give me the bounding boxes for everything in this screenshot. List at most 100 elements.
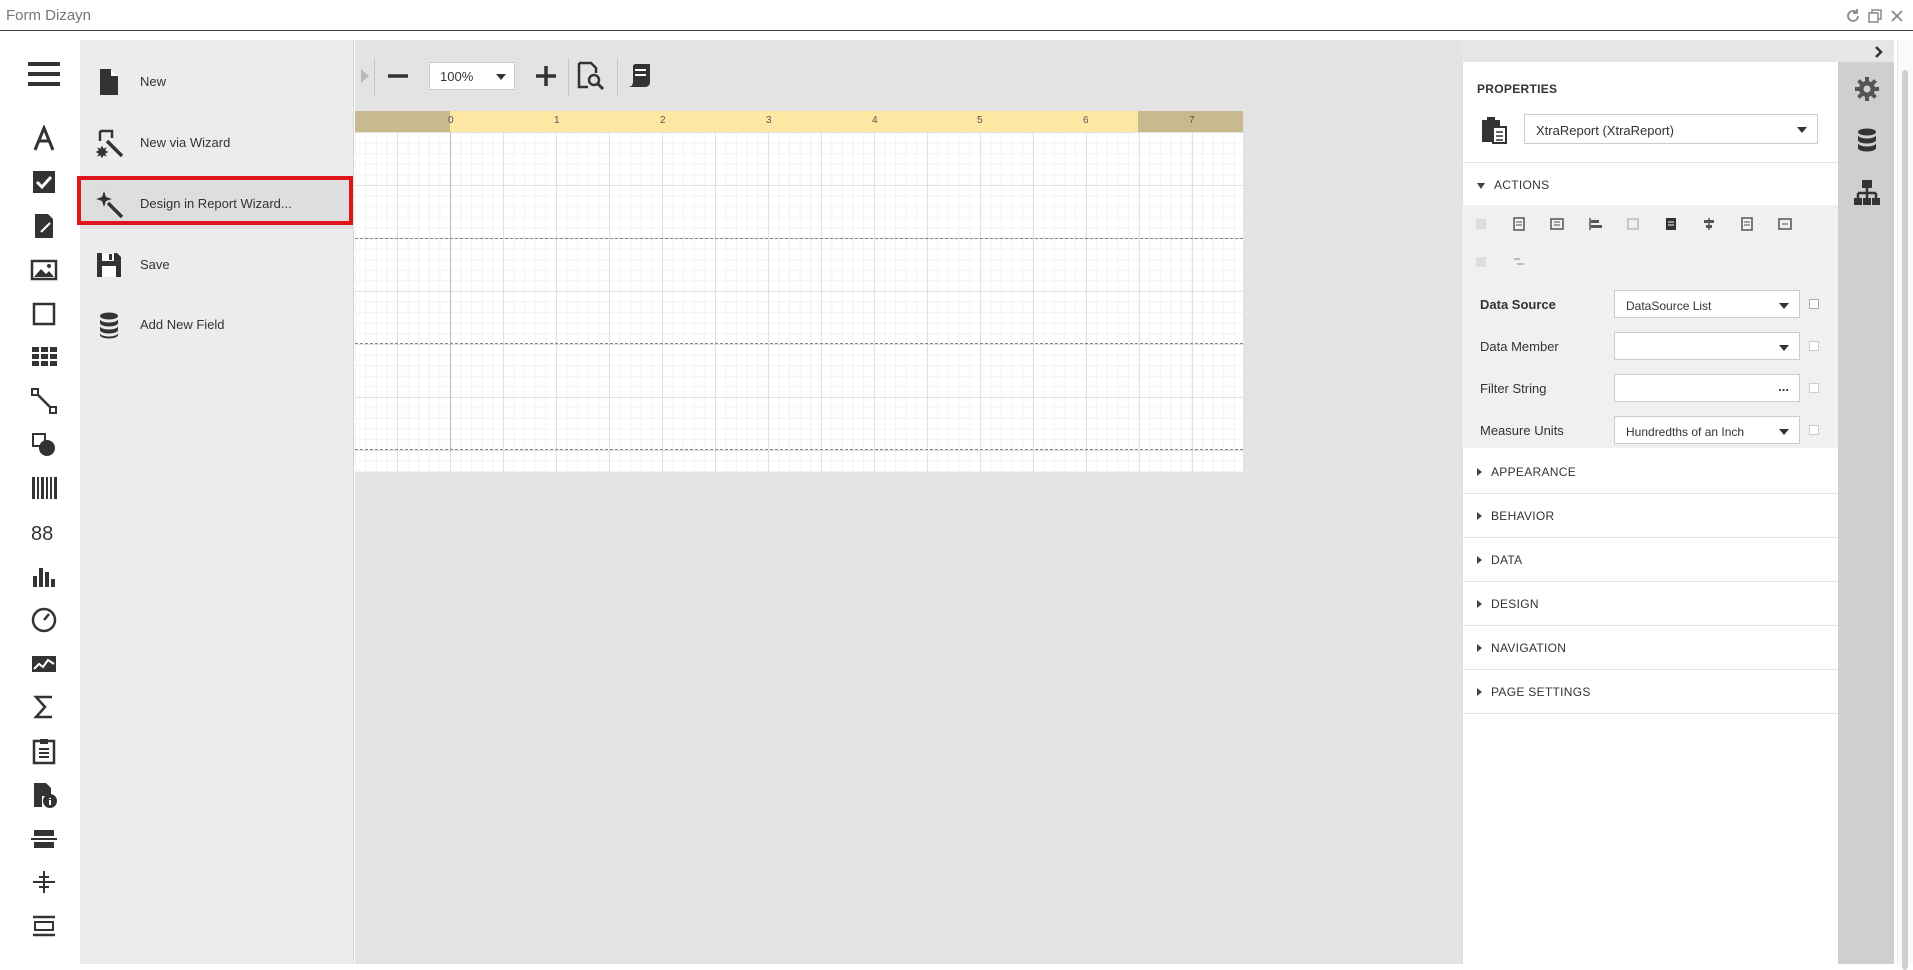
- shape-tool-icon[interactable]: [26, 428, 62, 462]
- menu-item-label: Add New Field: [140, 317, 225, 332]
- align-icon[interactable]: [1511, 254, 1527, 270]
- measure-units-checkbox[interactable]: [1809, 425, 1819, 435]
- database-icon[interactable]: [1851, 125, 1883, 157]
- measure-units-label: Measure Units: [1480, 423, 1564, 438]
- report-explorer-icon[interactable]: [1851, 177, 1883, 209]
- align-icon[interactable]: [1587, 216, 1603, 232]
- zoom-select[interactable]: 100%: [429, 62, 515, 90]
- panel-tool-icon[interactable]: [26, 297, 62, 331]
- caret-right-icon: [1477, 512, 1482, 520]
- menu-item-new-via-wizard[interactable]: New via Wizard: [80, 118, 354, 168]
- align-icon[interactable]: [1777, 216, 1793, 232]
- ruler-mark: 1: [554, 115, 560, 126]
- align-icon[interactable]: [1549, 216, 1565, 232]
- section-appearance[interactable]: APPEARANCE: [1477, 465, 1576, 479]
- align-icon[interactable]: [1739, 216, 1755, 232]
- chevron-down-icon: [1797, 127, 1807, 133]
- section-label: APPEARANCE: [1491, 465, 1577, 479]
- zoom-out-button[interactable]: [380, 58, 416, 94]
- data-member-select[interactable]: [1614, 332, 1800, 360]
- divider: [1462, 581, 1838, 582]
- data-member-label: Data Member: [1480, 339, 1559, 354]
- menu-item-label: New: [140, 74, 167, 89]
- divider: [1462, 669, 1838, 670]
- align-icon[interactable]: [1473, 254, 1489, 270]
- scrollbar-thumb[interactable]: [1902, 70, 1908, 970]
- chevron-down-icon: [496, 74, 506, 80]
- align-icon[interactable]: [1473, 216, 1489, 232]
- align-icon[interactable]: [1625, 216, 1641, 232]
- checkbox-tool-icon[interactable]: [26, 165, 62, 199]
- script-editor-icon[interactable]: [621, 58, 657, 94]
- toolbar-separator: [568, 58, 569, 96]
- close-icon[interactable]: [1887, 6, 1907, 26]
- section-label: NAVIGATION: [1491, 641, 1567, 655]
- gauge-tool-icon[interactable]: [26, 603, 62, 637]
- filter-string-checkbox[interactable]: [1809, 383, 1819, 393]
- actions-body: [1462, 205, 1838, 448]
- section-navigation[interactable]: NAVIGATION: [1477, 641, 1566, 655]
- zoom-in-button[interactable]: [528, 58, 564, 94]
- gear-icon[interactable]: [1851, 73, 1883, 105]
- properties-title: PROPERTIES: [1477, 82, 1558, 96]
- label-tool-icon[interactable]: [26, 122, 62, 156]
- band-separator[interactable]: [355, 343, 1243, 344]
- data-source-checkbox[interactable]: [1809, 299, 1819, 309]
- window-title: Form Dizayn: [6, 7, 92, 24]
- preview-icon[interactable]: [572, 58, 608, 94]
- section-label: ACTIONS: [1494, 178, 1550, 192]
- line-tool-icon[interactable]: [26, 384, 62, 418]
- measure-units-select[interactable]: Hundredths of an Inch: [1614, 416, 1800, 444]
- rich-text-tool-icon[interactable]: [26, 209, 62, 243]
- summary-tool-icon[interactable]: [26, 690, 62, 724]
- database-icon: [100, 312, 118, 339]
- section-design[interactable]: DESIGN: [1477, 597, 1539, 611]
- align-icon[interactable]: [1511, 216, 1527, 232]
- picture-tool-icon[interactable]: [26, 253, 62, 287]
- chevron-down-icon: [1779, 303, 1789, 309]
- barcode-tool-icon[interactable]: [26, 471, 62, 505]
- section-page-settings[interactable]: PAGE SETTINGS: [1477, 685, 1591, 699]
- filter-string-field[interactable]: ...: [1614, 374, 1800, 402]
- vertical-scrollbar[interactable]: [1897, 40, 1913, 970]
- divider: [1462, 625, 1838, 626]
- page-break-tool-icon[interactable]: [26, 822, 62, 856]
- cross-band-box-tool-icon[interactable]: [26, 909, 62, 943]
- align-icon[interactable]: [1663, 216, 1679, 232]
- filter-string-label: Filter String: [1480, 381, 1547, 396]
- clipboard-tool-icon[interactable]: [26, 734, 62, 768]
- restore-window-icon[interactable]: [1865, 6, 1885, 26]
- data-source-select[interactable]: DataSource List: [1614, 290, 1800, 318]
- section-label: PAGE SETTINGS: [1491, 685, 1591, 699]
- sparkline-tool-icon[interactable]: [26, 647, 62, 681]
- menu-item-add-new-field[interactable]: Add New Field: [80, 300, 354, 350]
- report-page[interactable]: [355, 132, 1243, 472]
- band-separator[interactable]: [355, 238, 1243, 239]
- component-selector[interactable]: XtraReport (XtraReport): [1524, 114, 1818, 144]
- chart-tool-icon[interactable]: [26, 559, 62, 593]
- menu-item-new[interactable]: New: [80, 57, 354, 107]
- menu-item-label: New via Wizard: [140, 135, 231, 150]
- section-behavior[interactable]: BEHAVIOR: [1477, 509, 1555, 523]
- section-data[interactable]: DATA: [1477, 553, 1522, 567]
- ellipsis-button[interactable]: ...: [1778, 379, 1789, 394]
- page-info-tool-icon[interactable]: [26, 778, 62, 812]
- data-member-checkbox[interactable]: [1809, 341, 1819, 351]
- cross-band-line-tool-icon[interactable]: [26, 865, 62, 899]
- new-document-icon: [100, 69, 118, 95]
- band-separator[interactable]: [355, 449, 1243, 450]
- menu-item-label: Save: [140, 257, 170, 272]
- character-comb-tool-icon[interactable]: 88: [26, 515, 62, 549]
- caret-right-icon: [1477, 556, 1482, 564]
- menu-hamburger-icon[interactable]: [28, 62, 60, 88]
- caret-right-icon: [1477, 600, 1482, 608]
- divider: [1462, 537, 1838, 538]
- menu-item-save[interactable]: Save: [80, 240, 354, 290]
- refresh-icon[interactable]: [1843, 6, 1863, 26]
- section-actions[interactable]: ACTIONS: [1477, 178, 1549, 192]
- collapse-panel-icon[interactable]: [1871, 44, 1887, 60]
- align-icon[interactable]: [1701, 216, 1717, 232]
- wizard-icon: [95, 129, 124, 158]
- toolbar-separator: [617, 58, 618, 96]
- table-tool-icon[interactable]: [26, 340, 62, 374]
